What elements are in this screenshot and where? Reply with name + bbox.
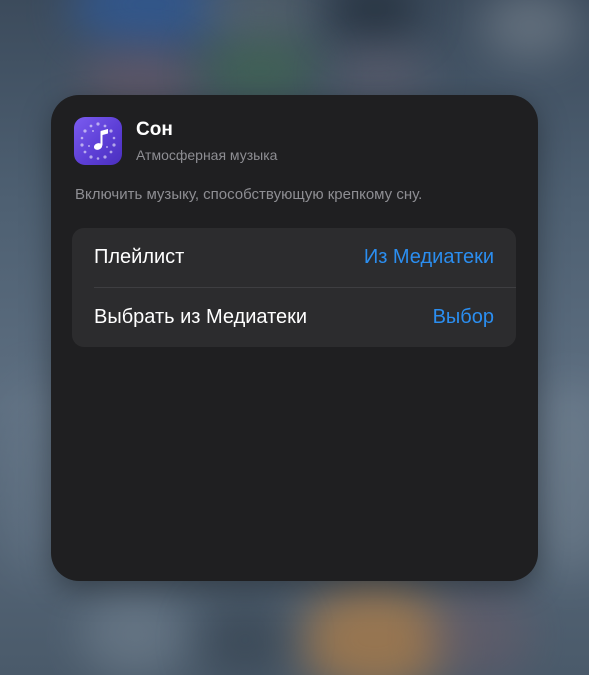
playlist-row[interactable]: Плейлист Из Медиатеки: [72, 228, 516, 287]
choose-from-library-row[interactable]: Выбрать из Медиатеки Выбор: [72, 288, 516, 347]
choose-button[interactable]: Выбор: [433, 306, 494, 329]
playlist-label: Плейлист: [94, 246, 185, 268]
shortcut-card: Сон Атмосферная музыка Включить музыку, …: [51, 95, 538, 581]
background-blur: [300, 585, 450, 675]
shortcut-subtitle: Атмосферная музыка: [136, 147, 278, 163]
options-group: Плейлист Из Медиатеки Выбрать из Медиате…: [72, 228, 516, 347]
shortcut-title: Сон: [136, 119, 173, 140]
background-blur: [200, 40, 320, 100]
background-blur: [80, 590, 190, 675]
playlist-value-button[interactable]: Из Медиатеки: [364, 246, 494, 269]
background-blur: [330, 50, 430, 100]
background-blur: [530, 380, 589, 580]
background-blur: [330, 0, 420, 40]
background-blur: [480, 0, 580, 60]
shortcut-description: Включить музыку, способствующую крепкому…: [75, 186, 423, 203]
choose-from-library-label: Выбрать из Медиатеки: [94, 306, 308, 328]
music-note-icon: [74, 117, 122, 165]
background-blur: [430, 590, 530, 675]
background-blur: [200, 600, 290, 675]
